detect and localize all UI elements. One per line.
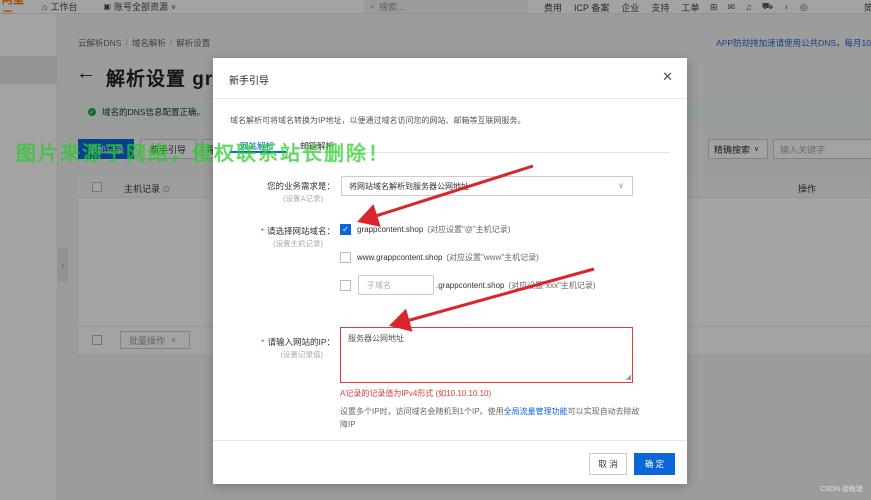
arrow-to-domain	[357, 164, 534, 227]
annotation-arrows	[357, 164, 595, 332]
watermark-text: 图片来源于网络，侵权联系站长删除！	[16, 143, 390, 165]
arrow-to-ip-input	[389, 267, 595, 332]
csdn-watermark: CSDN @秋琼	[820, 486, 863, 493]
